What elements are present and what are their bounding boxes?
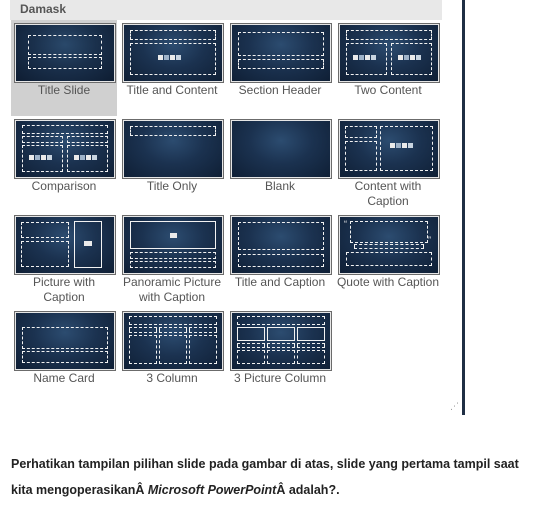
layout-3-picture-column[interactable]: 3 Picture Column bbox=[227, 308, 333, 404]
layout-section-header[interactable]: Section Header bbox=[227, 20, 333, 116]
layout-thumbnail bbox=[339, 120, 439, 178]
layout-thumbnail bbox=[231, 24, 331, 82]
layout-content-with-caption[interactable]: Content with Caption bbox=[335, 116, 441, 212]
layout-label: Title and Caption bbox=[234, 275, 326, 289]
layout-thumbnail bbox=[15, 24, 115, 82]
layout-label: Blank bbox=[264, 179, 296, 193]
layout-thumbnail bbox=[15, 120, 115, 178]
layout-label: Name Card bbox=[33, 371, 95, 385]
layout-title-and-content[interactable]: Title and Content bbox=[119, 20, 225, 116]
question-part2: Â adalah?. bbox=[276, 483, 340, 497]
layout-label: Title Only bbox=[146, 179, 198, 193]
question-text: Perhatikan tampilan pilihan slide pada g… bbox=[11, 451, 541, 503]
layout-thumbnail bbox=[123, 216, 223, 274]
layout-title-and-caption[interactable]: Title and Caption bbox=[227, 212, 333, 308]
layout-quote-with-caption[interactable]: “ ” Quote with Caption bbox=[335, 212, 441, 308]
layout-title-only[interactable]: Title Only bbox=[119, 116, 225, 212]
layout-thumbnail bbox=[123, 24, 223, 82]
layout-3-column[interactable]: 3 Column bbox=[119, 308, 225, 404]
gallery-section-header: Damask bbox=[10, 0, 442, 20]
layout-gallery: Damask Title Slide Title and Content Sec… bbox=[10, 0, 463, 415]
slide-edge bbox=[462, 0, 465, 415]
layout-label: Quote with Caption bbox=[336, 275, 440, 289]
layout-thumbnail bbox=[123, 312, 223, 370]
layout-picture-with-caption[interactable]: Picture with Caption bbox=[11, 212, 117, 308]
app-name: Microsoft PowerPoint bbox=[147, 483, 277, 497]
resize-grip-icon[interactable]: ⋰ bbox=[450, 401, 459, 412]
layout-label: 3 Column bbox=[146, 371, 198, 385]
layout-thumbnail bbox=[231, 312, 331, 370]
layout-thumbnail bbox=[231, 216, 331, 274]
layout-label: Content with Caption bbox=[354, 179, 422, 208]
layout-name-card[interactable]: Name Card bbox=[11, 308, 117, 404]
layout-label: Section Header bbox=[238, 83, 322, 97]
layout-label: Title Slide bbox=[37, 83, 91, 97]
layout-thumbnail bbox=[15, 312, 115, 370]
layout-label: Comparison bbox=[31, 179, 97, 193]
layout-thumbnail bbox=[231, 120, 331, 178]
layout-thumbnail bbox=[123, 120, 223, 178]
layout-two-content[interactable]: Two Content bbox=[335, 20, 441, 116]
layout-label: Title and Content bbox=[126, 83, 218, 97]
layout-label: Two Content bbox=[354, 83, 422, 97]
layout-label: Picture with Caption bbox=[32, 275, 96, 304]
layout-thumbnail bbox=[339, 24, 439, 82]
layout-panoramic-picture-with-caption[interactable]: Panoramic Picture with Caption bbox=[119, 212, 225, 308]
layout-thumbnail bbox=[15, 216, 115, 274]
layout-thumbnail: “ ” bbox=[339, 216, 439, 274]
layout-label: Panoramic Picture with Caption bbox=[122, 275, 222, 304]
layout-blank[interactable]: Blank bbox=[227, 116, 333, 212]
layout-label: 3 Picture Column bbox=[233, 371, 327, 385]
layout-title-slide[interactable]: Title Slide bbox=[11, 20, 117, 116]
layout-comparison[interactable]: Comparison bbox=[11, 116, 117, 212]
